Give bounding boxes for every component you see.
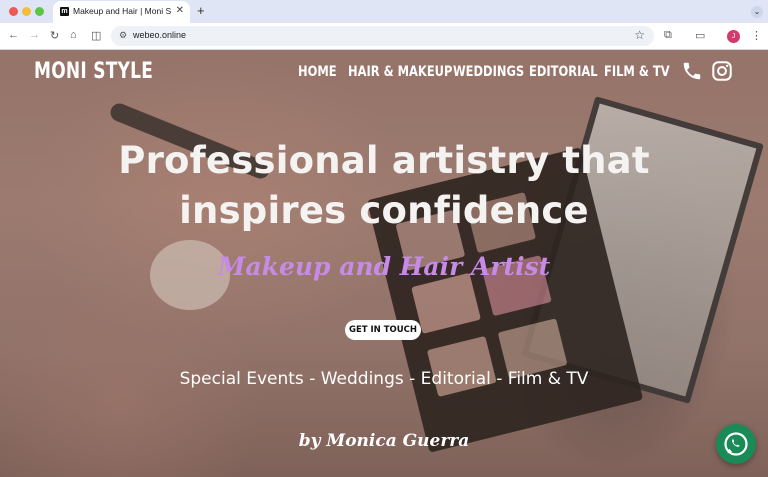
profile-avatar[interactable]: J — [727, 30, 740, 43]
hero-subtitle: Makeup and Hair Artist — [217, 252, 551, 281]
whatsapp-button[interactable] — [716, 424, 756, 464]
close-tab-icon[interactable]: ✕ — [176, 5, 184, 16]
services-line: Special Events - Weddings - Editorial - … — [179, 369, 589, 389]
browser-menu-icon[interactable]: ⋮ — [751, 29, 762, 42]
home-icon[interactable]: ⌂ — [70, 29, 77, 41]
whatsapp-icon — [724, 432, 748, 456]
site-info-icon[interactable]: ⚙ — [119, 30, 127, 41]
nav-home[interactable]: HOME — [298, 64, 337, 80]
reload-icon[interactable]: ↻ — [50, 29, 59, 42]
get-in-touch-button[interactable]: GET IN TOUCH — [345, 320, 421, 340]
browser-tab-bar: m Makeup and Hair | Moni Style ✕ + ⌄ — [0, 0, 768, 23]
tab-title: Makeup and Hair | Moni Style — [73, 6, 171, 16]
back-icon[interactable]: ← — [8, 29, 19, 41]
byline: by Monica Guerra — [298, 431, 470, 451]
phone-icon[interactable] — [681, 60, 703, 82]
minimize-window-button[interactable] — [22, 7, 31, 16]
bookmark-star-icon[interactable]: ☆ — [634, 28, 645, 42]
nav-hair-makeup[interactable]: HAIR & MAKEUP — [348, 64, 452, 80]
browser-toolbar: ← → ↻ ⌂ ◫ ⚙ webeo.online ☆ ⧉ ▭ J ⋮ — [0, 23, 768, 50]
instagram-icon[interactable] — [711, 60, 733, 82]
address-bar[interactable]: ⚙ webeo.online ☆ — [111, 26, 654, 46]
new-tab-icon[interactable]: + — [197, 3, 205, 18]
extensions-icon[interactable]: ⧉ — [664, 29, 672, 42]
close-window-button[interactable] — [9, 7, 18, 16]
maximize-window-button[interactable] — [35, 7, 44, 16]
favicon-icon: m — [60, 7, 69, 16]
tab-search-icon[interactable]: ⌄ — [751, 6, 763, 18]
reading-mode-icon[interactable]: ▭ — [695, 29, 705, 42]
nav-film-tv[interactable]: FILM & TV — [604, 64, 670, 80]
url-text: webeo.online — [133, 30, 187, 40]
side-panel-icon[interactable]: ◫ — [91, 29, 101, 42]
headline-line-2: inspires confidence — [179, 189, 589, 232]
headline-line-1: Professional artistry that — [118, 139, 650, 182]
nav-weddings[interactable]: WEDDINGS — [453, 64, 524, 80]
forward-icon[interactable]: → — [29, 29, 40, 41]
nav-editorial[interactable]: EDITORIAL — [529, 64, 598, 80]
hero-headline: Professional artistry that inspires conf… — [84, 136, 684, 236]
hero-section: MONI STYLE HOME HAIR & MAKEUP WEDDINGS E… — [0, 50, 768, 477]
site-logo[interactable]: MONI STYLE — [34, 59, 153, 84]
browser-tab[interactable]: m Makeup and Hair | Moni Style ✕ — [53, 1, 190, 23]
